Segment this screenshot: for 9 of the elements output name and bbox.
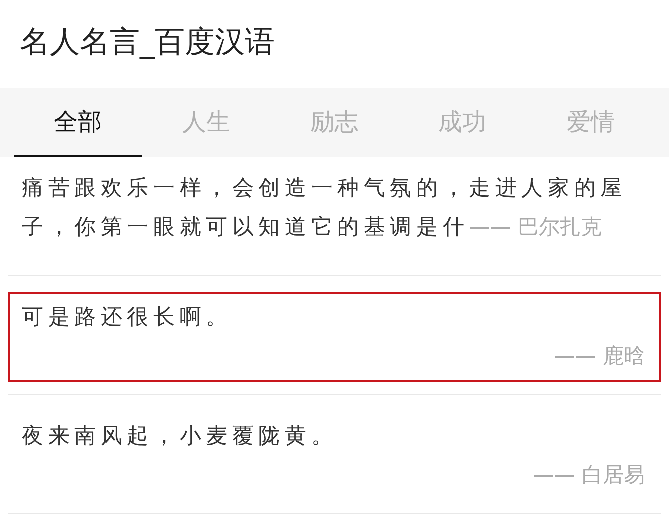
quote-text: 可是路还很长啊。 — [22, 305, 232, 330]
quote-item[interactable]: 痛苦跟欢乐一样，会创造一种气氛的，走进人家的屋子，你第一眼就可以知道它的基调是什—— 巴尔扎克 — [20, 167, 657, 249]
quote-item[interactable]: 可是路还很长啊。 —— 鹿晗 — [8, 292, 661, 382]
page-title: 名人名言_百度汉语 — [20, 24, 275, 62]
category-tab[interactable]: 全部 — [14, 88, 142, 157]
quote-text: 夜来南风起，小麦覆陇黄。 — [22, 424, 338, 449]
quote-item[interactable]: 夜来南风起，小麦覆陇黄。 —— 白居易 — [8, 411, 661, 501]
quote-author: —— 白居易 — [533, 462, 645, 489]
quote-author: —— 鹿晗 — [554, 343, 645, 370]
